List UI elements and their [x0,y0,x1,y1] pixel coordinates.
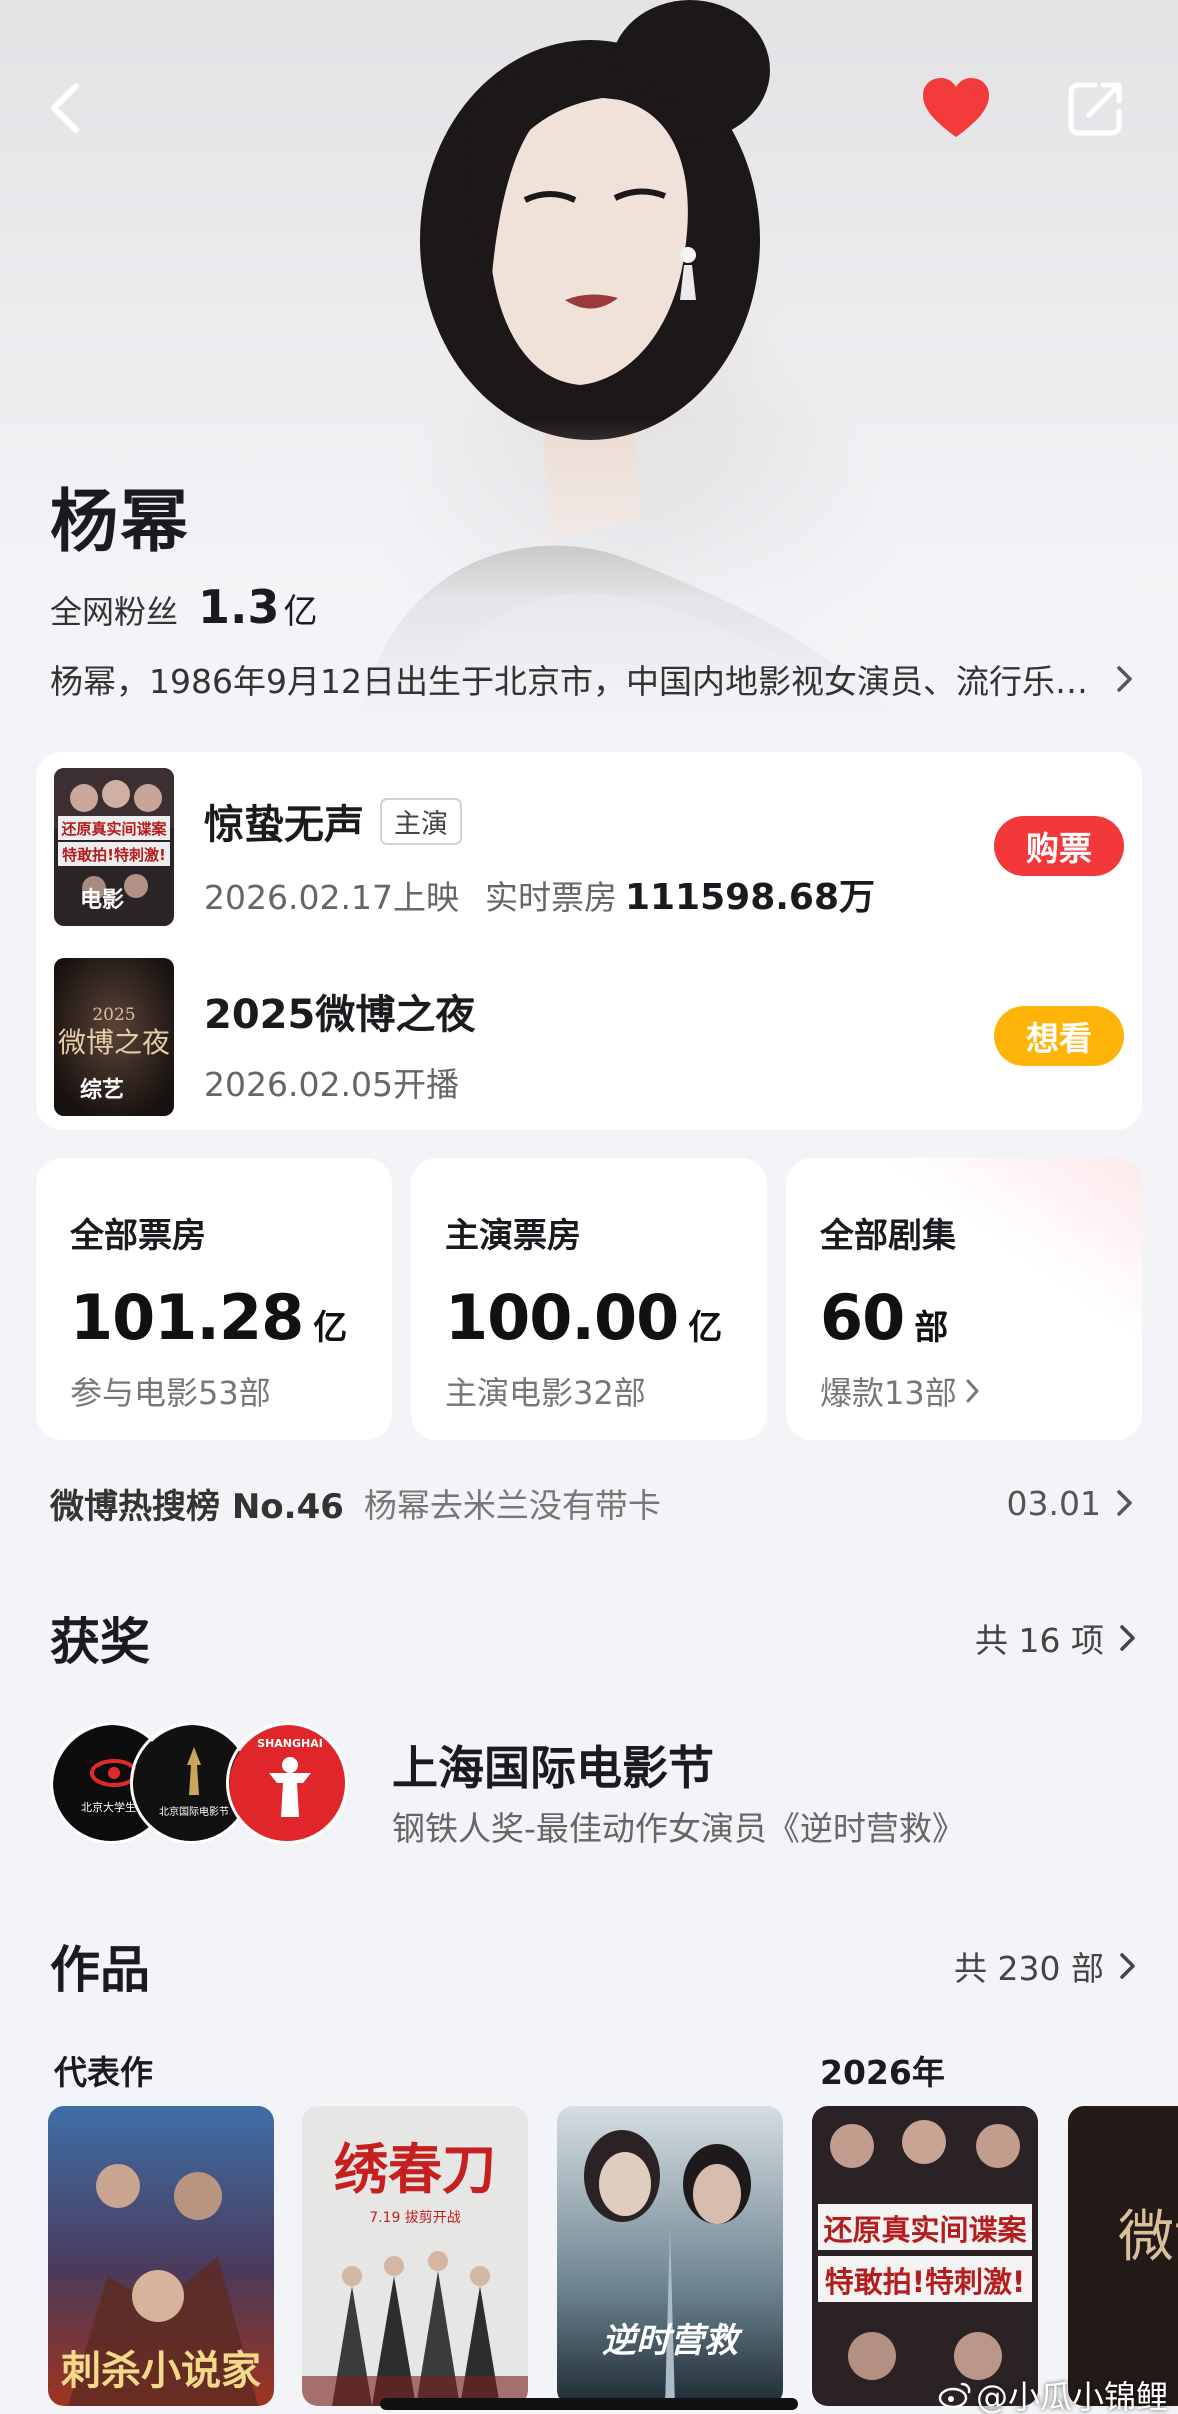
hero-banner: 杨幂 全网粉丝 1.3 亿 杨幂，1986年9月12日出生于北京市，中国内地影视… [0,0,1178,720]
favorite-button[interactable] [920,72,992,144]
svg-text:刺杀小说家: 刺杀小说家 [61,2347,261,2394]
stat-number: 100.00 [445,1281,679,1354]
award-logo-shanghai: SHANGHAI [226,1722,348,1844]
award-festival: 上海国际电影节 [392,1741,714,1795]
svg-text:SHANGHAI: SHANGHAI [257,1737,323,1750]
award-detail: 钢铁人奖-最佳动作女演员《逆时营救》 [392,1809,965,1848]
work-item-movie[interactable]: 还原真实间谍案 特敢拍!特刺激! 电影 惊蛰无声 主演 2026.02.17上映… [54,768,1124,928]
role-tag: 主演 [380,797,462,845]
stat-sub: 参与电影53部 [70,1374,271,1412]
star-name: 杨幂 [50,483,191,562]
stat-card-total-box-office[interactable]: 全部票房 101.28 亿 参与电影53部 [36,1158,392,1440]
stat-number: 60 [820,1281,905,1354]
work-poster-reset[interactable]: 逆时营救 [557,2106,783,2406]
chevron-left-icon [51,83,79,133]
home-indicator[interactable] [380,2398,798,2410]
award-item[interactable]: 北京大学生电 北京国际电影节 SHANGHAI 上海国际电影节 钢铁人奖-最佳动… [50,1722,1135,1848]
works-more-link[interactable]: 共 230 部 [954,1942,1138,1990]
stat-unit: 亿 [688,1308,723,1348]
chevron-right-icon [1117,666,1132,692]
stat-value: 100.00 亿 [445,1281,767,1354]
stat-unit: 亿 [313,1308,348,1348]
work-poster-weibo-night[interactable]: 微博 [1068,2106,1178,2406]
work-title: 2025微博之夜 [204,992,476,1038]
svg-text:2025: 2025 [92,1005,135,1025]
watermark: @小瓜小锦鲤 [938,2372,1168,2414]
svg-text:微博之夜: 微博之夜 [58,1026,170,1059]
work-title-row: 惊蛰无声 主演 [204,792,462,850]
box-office-value: 111598.68万 [624,877,876,918]
buy-ticket-button[interactable]: 购票 [994,816,1124,876]
svg-text:逆时营救: 逆时营救 [602,2321,743,2361]
fans-label: 全网粉丝 [50,593,179,631]
chevron-right-icon [966,1379,979,1403]
work-date: 2026.02.05开播 [204,1065,459,1104]
stat-value: 60 部 [820,1281,1142,1354]
work-meta: 2026.02.05开播 [204,1058,459,1106]
year-label: 2026年 [820,2053,945,2092]
svg-text:微博: 微博 [1118,2205,1178,2270]
work-poster-silent-awakening[interactable]: 还原真实间谍案 特敢拍!特刺激! [812,2106,1038,2406]
awards-count: 共 16 项 [975,1621,1104,1660]
stat-sub: 爆款13部 [820,1374,957,1412]
representative-works-label: 代表作 [54,2053,153,2092]
share-icon [1068,82,1122,136]
work-item-variety[interactable]: 2025 微博之夜 综艺 2025微博之夜 2026.02.05开播 想看 [54,958,1124,1118]
svg-text:还原真实间谍案: 还原真实间谍案 [60,820,167,838]
chevron-right-icon [1117,1490,1132,1516]
hot-search-row[interactable]: 微博热搜榜 No.46 杨幂去米兰没有带卡 03.01 [50,1478,1135,1528]
want-to-watch-button[interactable]: 想看 [994,1006,1124,1066]
works-section-title: 作品 [50,1941,150,1999]
back-button[interactable] [30,72,102,144]
heart-icon [923,78,989,137]
work-date: 2026.02.17上映 [204,878,459,917]
work-poster-assassin-novelist[interactable]: 刺杀小说家 [48,2106,274,2406]
bio-text: 杨幂，1986年9月12日出生于北京市，中国内地影视女演员、流行乐歌手、影视制片… [50,662,1101,701]
stat-label: 主演票房 [445,1216,581,1256]
work-title-row: 2025微博之夜 [204,982,475,1040]
current-works-card: 还原真实间谍案 特敢拍!特刺激! 电影 惊蛰无声 主演 2026.02.17上映… [36,752,1142,1130]
hot-search-date: 03.01 [1006,1483,1101,1523]
bio-link[interactable]: 杨幂，1986年9月12日出生于北京市，中国内地影视女演员、流行乐歌手、影视制片… [50,655,1135,703]
work-poster-brotherhood-blades[interactable]: 绣春刀 7.19 拔剪开战 [302,2106,528,2406]
stat-label: 全部票房 [70,1216,206,1256]
hot-search-rank: 微博热搜榜 No.46 [50,1486,344,1527]
chevron-right-icon [1120,1953,1135,1979]
stat-value: 101.28 亿 [70,1281,392,1354]
fans-count: 1.3 [198,580,280,634]
share-button[interactable] [1060,72,1132,144]
stat-sub-row: 爆款13部 [820,1368,1142,1414]
stat-number: 101.28 [70,1281,304,1354]
chevron-right-icon [1120,1625,1135,1651]
stat-unit: 部 [914,1308,949,1348]
work-poster-tag: 电影 [80,888,125,913]
stat-card-all-series[interactable]: 全部剧集 60 部 爆款13部 [786,1158,1142,1440]
stat-card-lead-box-office[interactable]: 主演票房 100.00 亿 主演电影32部 [411,1158,767,1440]
stat-label: 全部剧集 [820,1216,956,1256]
fans-stat: 全网粉丝 1.3 亿 [50,580,318,634]
work-title: 惊蛰无声 [204,802,364,848]
weibo-logo-icon [938,2382,971,2409]
stat-sub: 主演电影32部 [445,1374,646,1412]
works-count: 共 230 部 [954,1949,1104,1988]
fans-unit: 亿 [283,592,318,632]
work-poster-tag: 综艺 [80,1078,125,1103]
box-office-label: 实时票房 [484,878,617,917]
work-meta: 2026.02.17上映 实时票房 111598.68万 [204,868,875,920]
awards-more-link[interactable]: 共 16 项 [975,1614,1138,1662]
watermark-text: @小瓜小锦鲤 [976,2378,1169,2414]
svg-text:北京国际电影节: 北京国际电影节 [159,1805,229,1818]
awards-section-title: 获奖 [50,1613,150,1671]
svg-text:绣春刀: 绣春刀 [334,2137,496,2201]
svg-text:7.19 拔剪开战: 7.19 拔剪开战 [369,2210,461,2226]
hot-search-topic: 杨幂去米兰没有带卡 [363,1486,661,1525]
svg-text:特敢拍!特刺激!: 特敢拍!特刺激! [62,846,166,864]
